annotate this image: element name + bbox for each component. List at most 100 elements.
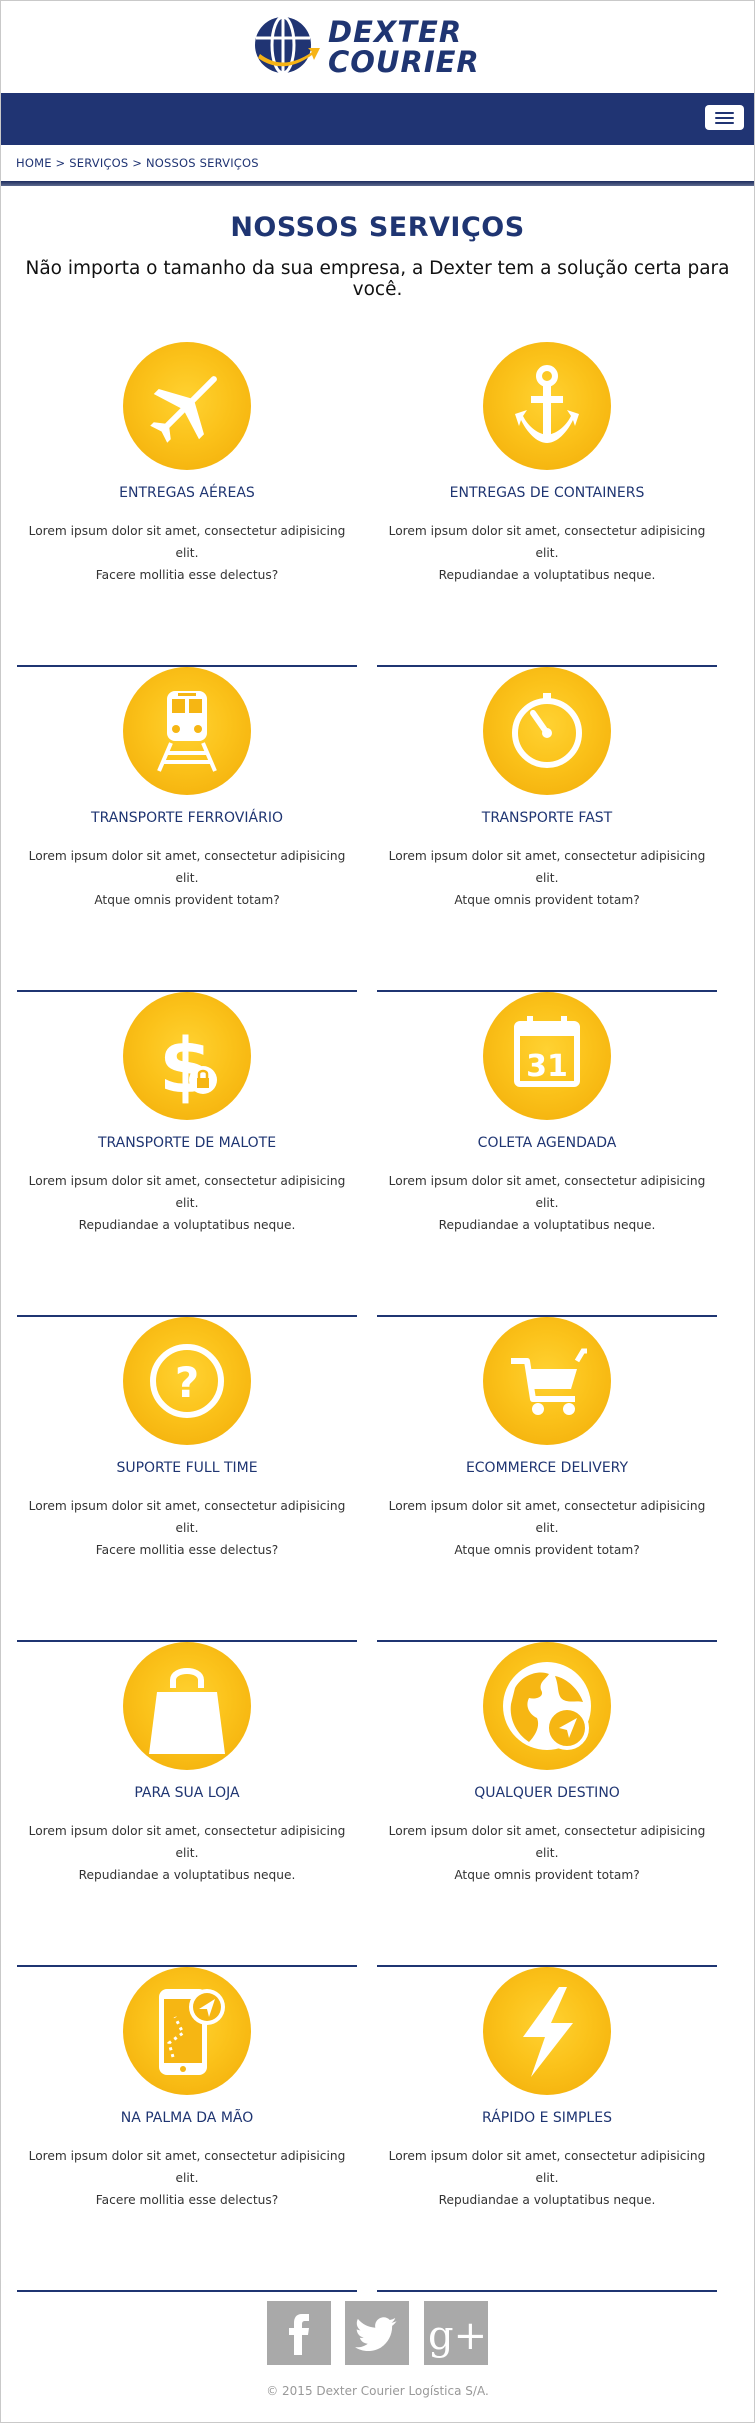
service-description-line-2: Repudiandae a voluptatibus neque. <box>438 2193 656 2207</box>
service-title: COLETA AGENDADA <box>477 1135 617 1151</box>
hamburger-icon <box>715 117 734 119</box>
service-card: ECOMMERCE DELIVERY Lorem ipsum dolor sit … <box>377 1317 717 1642</box>
menu-toggle-button[interactable] <box>705 105 744 130</box>
hamburger-icon <box>715 122 734 124</box>
logo-line-1: DEXTER <box>328 15 463 49</box>
breadcrumb-shadow <box>1 181 754 186</box>
facebook-button[interactable] <box>267 2301 331 2365</box>
service-card: ? SUPORTE FULL TIME Lorem ipsum dolor sit … <box>17 1317 357 1642</box>
service-description-line-1: Lorem ipsum dolor sit amet, consectetur … <box>28 524 346 560</box>
service-divider <box>17 2290 357 2292</box>
service-description-line-2: Atque omnis provident totam? <box>454 893 640 907</box>
service-description-line-1: Lorem ipsum dolor sit amet, consectetur … <box>388 2149 706 2185</box>
site-header: DEXTER COURIER <box>0 0 755 92</box>
service-card: $ TRANSPORTE DE MALOTE Lorem ipsum dolor s… <box>17 992 357 1317</box>
service-card: 31 COLETA AGENDADA Lorem ipsum dolor sit a… <box>377 992 717 1317</box>
service-card: RÁPIDO E SIMPLES Lorem ipsum dolor sit am… <box>377 1967 717 2292</box>
service-title: SUPORTE FULL TIME <box>116 1460 258 1476</box>
twitter-button[interactable] <box>345 2301 409 2365</box>
service-description: Lorem ipsum dolor sit amet, consectetur … <box>17 1820 357 1886</box>
service-title: PARA SUA LOJA <box>134 1785 240 1801</box>
service-description: Lorem ipsum dolor sit amet, consectetur … <box>377 520 717 586</box>
service-title: TRANSPORTE FERROVIÁRIO <box>91 810 283 826</box>
service-description-line-1: Lorem ipsum dolor sit amet, consectetur … <box>388 1824 706 1860</box>
service-title: ENTREGAS AÉREAS <box>119 485 255 501</box>
service-card: QUALQUER DESTINO Lorem ipsum dolor sit am… <box>377 1642 717 1967</box>
shopping-bag-icon <box>123 1642 251 1770</box>
service-title: QUALQUER DESTINO <box>474 1785 620 1801</box>
service-card: TRANSPORTE FERROVIÁRIO Lorem ipsum dolor … <box>17 667 357 992</box>
globe-logo-icon <box>255 15 320 75</box>
service-description: Lorem ipsum dolor sit amet, consectetur … <box>377 1820 717 1886</box>
google-plus-button[interactable]: g+ <box>424 2301 488 2365</box>
service-description-line-1: Lorem ipsum dolor sit amet, consectetur … <box>388 1499 706 1535</box>
service-description-line-2: Repudiandae a voluptatibus neque. <box>438 568 656 582</box>
service-description-line-2: Repudiandae a voluptatibus neque. <box>78 1868 296 1882</box>
lightning-icon <box>483 1967 611 2095</box>
service-description-line-2: Facere mollitia esse delectus? <box>95 1543 279 1557</box>
cart-icon <box>483 1317 611 1445</box>
service-description-line-2: Facere mollitia esse delectus? <box>95 2193 279 2207</box>
twitter-icon <box>355 2317 397 2351</box>
logo-wordmark: DEXTER COURIER <box>328 18 480 77</box>
google-plus-label: g+ <box>428 2313 487 2359</box>
calendar-icon: 31 <box>483 992 611 1120</box>
service-description: Lorem ipsum dolor sit amet, consectetur … <box>377 2145 717 2211</box>
globe-icon <box>483 1642 611 1770</box>
service-title: TRANSPORTE FAST <box>481 810 613 826</box>
stopwatch-icon <box>483 667 611 795</box>
service-description: Lorem ipsum dolor sit amet, consectetur … <box>17 520 357 586</box>
service-card: ENTREGAS AÉREAS Lorem ipsum dolor sit ame… <box>17 342 357 667</box>
service-description-line-2: Repudiandae a voluptatibus neque. <box>438 1218 656 1232</box>
service-description-line-2: Atque omnis provident totam? <box>454 1868 640 1882</box>
page-title: NOSSOS SERVIÇOS <box>230 212 525 243</box>
question-icon: ? <box>123 1317 251 1445</box>
service-description-line-1: Lorem ipsum dolor sit amet, consectetur … <box>28 1824 346 1860</box>
service-description-line-2: Facere mollitia esse delectus? <box>95 568 279 582</box>
hamburger-icon <box>715 112 734 114</box>
service-description-line-1: Lorem ipsum dolor sit amet, consectetur … <box>388 849 706 885</box>
service-card: ENTREGAS DE CONTAINERS Lorem ipsum dolor … <box>377 342 717 667</box>
breadcrumb-text[interactable]: HOME > SERVIÇOS > NOSSOS SERVIÇOS <box>16 156 259 170</box>
service-description-line-1: Lorem ipsum dolor sit amet, consectetur … <box>28 1174 346 1210</box>
service-description: Lorem ipsum dolor sit amet, consectetur … <box>377 1495 717 1561</box>
page-subtitle: Não importa o tamanho da sua empresa, a … <box>25 258 730 300</box>
svg-text:$: $ <box>159 1021 212 1110</box>
breadcrumb: HOME > SERVIÇOS > NOSSOS SERVIÇOS <box>1 145 754 181</box>
service-description: Lorem ipsum dolor sit amet, consectetur … <box>17 2145 357 2211</box>
dollar-lock-icon: $ <box>123 992 251 1120</box>
service-card: PARA SUA LOJA Lorem ipsum dolor sit amet,… <box>17 1642 357 1967</box>
google-plus-icon: g+ <box>428 2313 487 2359</box>
service-description-line-1: Lorem ipsum dolor sit amet, consectetur … <box>388 1174 706 1210</box>
service-title: ENTREGAS DE CONTAINERS <box>449 485 645 501</box>
svg-text:?: ? <box>175 1358 199 1407</box>
phone-map-icon <box>123 1967 251 2095</box>
logo-line-2: COURIER <box>328 45 480 79</box>
service-card: NA PALMA DA MÃO Lorem ipsum dolor sit ame… <box>17 1967 357 2292</box>
service-description-line-2: Atque omnis provident totam? <box>94 893 280 907</box>
service-title: TRANSPORTE DE MALOTE <box>97 1135 277 1151</box>
service-description-line-1: Lorem ipsum dolor sit amet, consectetur … <box>388 524 706 560</box>
service-description: Lorem ipsum dolor sit amet, consectetur … <box>17 1170 357 1236</box>
facebook-icon <box>289 2314 309 2355</box>
service-title: RÁPIDO E SIMPLES <box>482 2110 612 2126</box>
svg-text:31: 31 <box>526 1049 568 1084</box>
service-divider <box>377 2290 717 2292</box>
service-description-line-2: Atque omnis provident totam? <box>454 1543 640 1557</box>
service-title: ECOMMERCE DELIVERY <box>465 1460 629 1476</box>
service-description-line-1: Lorem ipsum dolor sit amet, consectetur … <box>28 1499 346 1535</box>
service-description-line-1: Lorem ipsum dolor sit amet, consectetur … <box>28 2149 346 2185</box>
navbar <box>1 93 754 145</box>
service-description: Lorem ipsum dolor sit amet, consectetur … <box>17 845 357 911</box>
airplane-icon <box>123 342 251 470</box>
service-card: TRANSPORTE FAST Lorem ipsum dolor sit ame… <box>377 667 717 992</box>
anchor-icon <box>483 342 611 470</box>
service-description: Lorem ipsum dolor sit amet, consectetur … <box>17 1495 357 1561</box>
service-description-line-2: Repudiandae a voluptatibus neque. <box>78 1218 296 1232</box>
train-icon <box>123 667 251 795</box>
service-description: Lorem ipsum dolor sit amet, consectetur … <box>377 845 717 911</box>
service-title: NA PALMA DA MÃO <box>120 2110 254 2126</box>
service-description: Lorem ipsum dolor sit amet, consectetur … <box>377 1170 717 1236</box>
copyright: © 2015 Dexter Courier Logística S/A. <box>266 2384 489 2398</box>
service-description-line-1: Lorem ipsum dolor sit amet, consectetur … <box>28 849 346 885</box>
